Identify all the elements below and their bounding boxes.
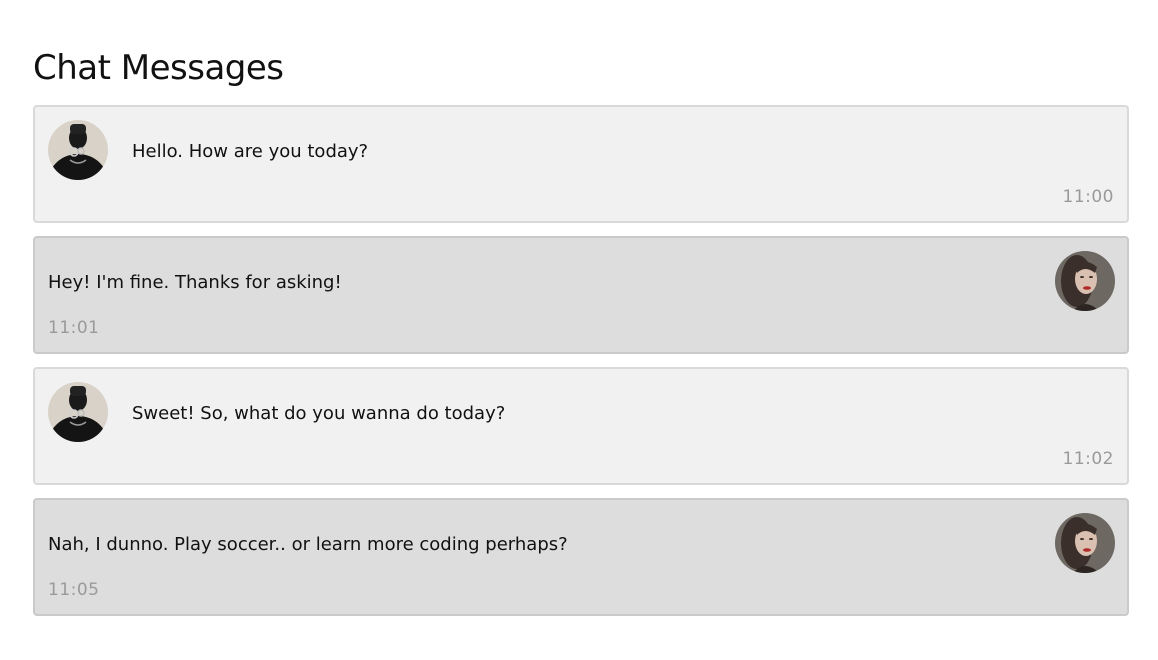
chat-message-outgoing: Nah, I dunno. Play soccer.. or learn mor… xyxy=(33,498,1129,616)
woman-portrait-avatar-icon xyxy=(1055,251,1115,311)
message-time: 11:02 xyxy=(1062,449,1114,469)
user-avatar[interactable] xyxy=(1055,513,1115,573)
chat-page: Chat Messages Hello. How are you today? … xyxy=(0,0,1158,616)
user-avatar[interactable] xyxy=(1055,251,1115,311)
message-text: Nah, I dunno. Play soccer.. or learn mor… xyxy=(48,534,568,555)
user-avatar[interactable] xyxy=(48,120,108,180)
user-dark-avatar-icon xyxy=(48,382,108,442)
chat-message-incoming: Hello. How are you today? 11:00 xyxy=(33,105,1129,223)
chat-message-outgoing: Hey! I'm fine. Thanks for asking! 11:01 xyxy=(33,236,1129,354)
page-title: Chat Messages xyxy=(33,48,284,88)
user-avatar[interactable] xyxy=(48,382,108,442)
message-time: 11:05 xyxy=(48,580,100,600)
message-text: Hello. How are you today? xyxy=(132,141,369,162)
chat-message-incoming: Sweet! So, what do you wanna do today? 1… xyxy=(33,367,1129,485)
message-text: Sweet! So, what do you wanna do today? xyxy=(132,403,506,424)
message-text: Hey! I'm fine. Thanks for asking! xyxy=(48,272,342,293)
user-dark-avatar-icon xyxy=(48,120,108,180)
woman-portrait-avatar-icon xyxy=(1055,513,1115,573)
message-time: 11:01 xyxy=(48,318,100,338)
message-time: 11:00 xyxy=(1062,187,1114,207)
